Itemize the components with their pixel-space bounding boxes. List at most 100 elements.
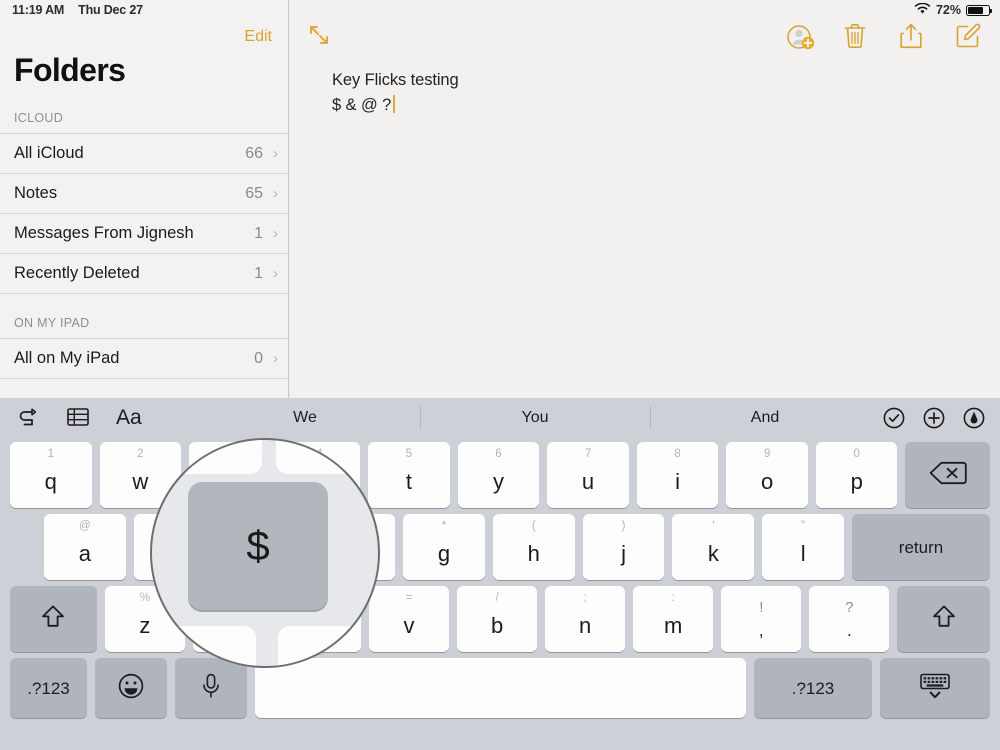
key-label: z [139, 613, 151, 638]
key-h[interactable]: ( h [492, 514, 575, 580]
key-v[interactable]: = v [369, 586, 450, 652]
key-i[interactable]: 8 i [636, 442, 719, 508]
key-alt-label: ' [712, 520, 715, 532]
magnified-key-label: $ [246, 522, 270, 569]
key-l[interactable]: " l [762, 514, 845, 580]
key-return[interactable]: return [852, 514, 990, 580]
suggestion-list: We You And [190, 398, 880, 437]
markup-pen-circle-icon[interactable] [962, 406, 986, 430]
key-m[interactable]: : m [633, 586, 714, 652]
key-numbers-right[interactable]: .?123 [754, 658, 872, 718]
keyboard-toolbar-right [882, 398, 986, 437]
note-pane: Key Flicks testing $ & @ ? [290, 0, 1000, 398]
key-g[interactable]: * g [403, 514, 485, 580]
suggestion-1[interactable]: You [420, 398, 650, 437]
microphone-icon [200, 672, 222, 705]
key-alt-label: 7 [584, 448, 592, 460]
key-alt-label: : [671, 592, 675, 604]
edit-button[interactable]: Edit [244, 28, 272, 46]
folder-list-icloud: All iCloud 66 › Notes 65 › Messages From… [0, 133, 288, 294]
magnifier-neighbor-key [164, 440, 262, 474]
key-p[interactable]: 0 p [815, 442, 898, 508]
key-alt-label: @ [79, 520, 91, 532]
key-alt-label: ) [621, 520, 626, 532]
suggestion-2[interactable]: And [650, 398, 880, 437]
key-dismiss-keyboard[interactable] [880, 658, 990, 718]
key-a[interactable]: @ a [44, 514, 126, 580]
note-text-body[interactable]: Key Flicks testing $ & @ ? [290, 62, 1000, 118]
key-b[interactable]: / b [457, 586, 538, 652]
key-space[interactable] [255, 658, 746, 718]
key-alt-label: 9 [763, 448, 771, 460]
key-emoji[interactable] [95, 658, 167, 718]
compose-icon[interactable] [954, 22, 982, 50]
sidebar-item-all-icloud[interactable]: All iCloud 66 › [0, 134, 288, 174]
checklist-circle-icon[interactable] [882, 406, 906, 430]
key-alt-label: 5 [405, 448, 413, 460]
key-label: . [846, 620, 852, 640]
sidebar-item-notes[interactable]: Notes 65 › [0, 174, 288, 214]
key-alt-label: / [495, 592, 499, 604]
folder-count: 0 [254, 349, 263, 367]
key-y[interactable]: 6 y [457, 442, 540, 508]
key-dictation[interactable] [175, 658, 247, 718]
sidebar-item-all-on-my-ipad[interactable]: All on My iPad 0 › [0, 339, 288, 379]
suggestion-0[interactable]: We [190, 398, 420, 437]
key-label: .?123 [791, 678, 835, 698]
key-k[interactable]: ' k [672, 514, 755, 580]
note-line-1: Key Flicks testing [332, 71, 459, 89]
section-header-icloud: ICLOUD [14, 111, 64, 125]
key-backspace[interactable] [905, 442, 990, 508]
key-label: v [403, 613, 415, 638]
sidebar-item-messages-from-jignesh[interactable]: Messages From Jignesh 1 › [0, 214, 288, 254]
magnifier-neighbor-key [160, 626, 256, 666]
share-icon[interactable] [898, 22, 926, 50]
folder-count: 65 [245, 184, 263, 202]
key-label: y [493, 469, 504, 494]
folders-sidebar: Edit Folders ICLOUD All iCloud 66 › Note… [0, 0, 289, 398]
key-j[interactable]: ) j [582, 514, 665, 580]
key-t[interactable]: 5 t [368, 442, 450, 508]
key-alt-label: ; [583, 592, 587, 604]
key-numbers-left[interactable]: .?123 [10, 658, 87, 718]
key-alt-label: 0 [853, 448, 860, 460]
plus-circle-icon[interactable] [922, 406, 946, 430]
key-label: l [800, 541, 806, 566]
key-label: j [621, 541, 627, 566]
key-shift-left[interactable] [10, 586, 97, 652]
key-alt-label: 6 [495, 448, 502, 460]
key-shift-right[interactable] [897, 586, 990, 652]
folder-count: 1 [254, 224, 263, 242]
key-alt-label: " [801, 520, 806, 532]
undo-icon[interactable] [16, 406, 40, 430]
shift-icon [929, 603, 959, 636]
key-u[interactable]: 7 u [547, 442, 629, 508]
key-label: h [527, 541, 540, 566]
add-collaborator-icon[interactable] [786, 22, 815, 50]
keyboard-row-4: .?123 .?123 [0, 658, 1000, 718]
status-bar: 11:19 AM Thu Dec 27 72% [0, 0, 1000, 20]
key-q[interactable]: 1 q [10, 442, 92, 508]
expand-arrows-icon[interactable] [308, 24, 330, 46]
key-o[interactable]: 9 o [726, 442, 808, 508]
key-comma[interactable]: ! , [721, 586, 802, 652]
key-period[interactable]: ? . [809, 586, 890, 652]
key-alt-label: ? [845, 598, 854, 616]
table-icon[interactable] [66, 406, 90, 430]
key-label: return [898, 537, 944, 557]
keyboard-toolbar-left: Aa [0, 406, 142, 430]
magnifier-neighbor-key [278, 626, 374, 666]
predictive-text-bar: Aa We You And [0, 398, 1000, 437]
key-label: , [758, 620, 764, 640]
trash-icon[interactable] [842, 22, 870, 50]
key-alt-label: = [405, 592, 413, 604]
battery-percent: 72% [935, 3, 961, 17]
key-label: o [761, 469, 774, 494]
key-n[interactable]: ; n [545, 586, 626, 652]
sidebar-item-recently-deleted[interactable]: Recently Deleted 1 › [0, 254, 288, 294]
onscreen-keyboard: Aa We You And 1 q 2 w 5 t 6 y 7 u 8 i 9 … [0, 398, 1000, 750]
status-right-group: 72% [914, 2, 993, 18]
key-label: i [675, 469, 681, 494]
text-format-icon[interactable]: Aa [116, 407, 142, 428]
key-label: k [707, 541, 719, 566]
